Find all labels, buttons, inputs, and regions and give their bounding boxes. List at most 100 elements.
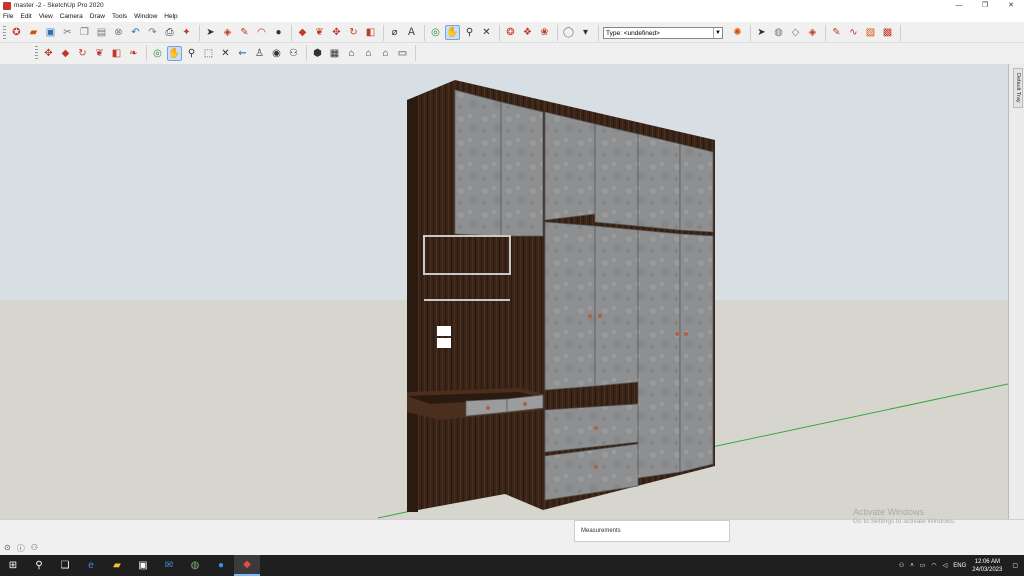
zoom-window-icon[interactable]: ⬚ bbox=[201, 46, 216, 61]
move-icon[interactable]: ✥ bbox=[329, 25, 344, 40]
drawer-knob[interactable] bbox=[486, 406, 490, 410]
warehouse-icon[interactable]: ❖ bbox=[520, 25, 535, 40]
upper-door-6[interactable] bbox=[679, 143, 714, 233]
clock[interactable]: 12:06 AM 24/03/2023 bbox=[972, 558, 1002, 574]
offset-icon[interactable]: ❧ bbox=[126, 46, 141, 61]
chevron-down-icon[interactable]: ▾ bbox=[578, 25, 593, 40]
eraser-icon[interactable]: ◈ bbox=[220, 25, 235, 40]
paint-bucket-icon[interactable]: ● bbox=[271, 25, 286, 40]
follow-me-icon[interactable]: ❦ bbox=[312, 25, 327, 40]
pan-icon[interactable]: ✋ bbox=[167, 45, 182, 61]
select-arrow-icon[interactable]: ➤ bbox=[754, 25, 769, 40]
tape-measure-icon[interactable]: ⌀ bbox=[387, 25, 402, 40]
measurements-box[interactable]: Measurements bbox=[574, 520, 730, 542]
language-indicator[interactable]: ENG bbox=[953, 563, 966, 569]
rotate-icon[interactable]: ↻ bbox=[75, 46, 90, 61]
mail-icon[interactable]: ✉ bbox=[156, 555, 182, 576]
task-view-icon[interactable]: ❏ bbox=[52, 555, 78, 576]
orbit-icon[interactable]: ◎ bbox=[428, 25, 443, 40]
tall-door-4[interactable] bbox=[679, 233, 714, 473]
notification-icon[interactable]: ▢ bbox=[1012, 562, 1018, 569]
paint-icon[interactable]: ◍ bbox=[771, 25, 786, 40]
look-around-icon[interactable]: ◉ bbox=[269, 46, 284, 61]
account-icon[interactable]: ◯ bbox=[561, 25, 576, 40]
menu-camera[interactable]: Camera bbox=[60, 13, 83, 20]
default-tray-tab[interactable]: Default Tray bbox=[1013, 68, 1023, 108]
menu-help[interactable]: Help bbox=[164, 13, 177, 20]
model-viewport[interactable] bbox=[0, 64, 1008, 519]
erase-icon[interactable]: ◇ bbox=[788, 25, 803, 40]
line-pencil-icon[interactable]: ✎ bbox=[829, 25, 844, 40]
upper-door-5[interactable] bbox=[637, 133, 681, 231]
door-knob[interactable] bbox=[684, 332, 688, 336]
top-view-icon[interactable]: ▦ bbox=[327, 46, 342, 61]
drawer-knob[interactable] bbox=[523, 402, 527, 406]
door-knob[interactable] bbox=[598, 314, 602, 318]
zoom-icon[interactable]: ⚲ bbox=[184, 46, 199, 61]
push-pull-icon[interactable]: ◆ bbox=[295, 25, 310, 40]
menu-tools[interactable]: Tools bbox=[112, 13, 127, 20]
scale-icon[interactable]: ◧ bbox=[109, 46, 124, 61]
geo-location-icon[interactable]: ⊙ bbox=[4, 543, 11, 554]
paste-icon[interactable]: ▤ bbox=[94, 25, 109, 40]
battery-icon[interactable]: ▭ bbox=[920, 562, 926, 569]
undo-icon[interactable]: ↶ bbox=[128, 25, 143, 40]
arc-icon[interactable]: ◠ bbox=[254, 25, 269, 40]
zoom-extents-icon[interactable]: ✕ bbox=[218, 46, 233, 61]
erase-selection-icon[interactable]: ⊗ bbox=[111, 25, 126, 40]
close-button[interactable]: ✕ bbox=[998, 0, 1024, 11]
edge-browser-icon[interactable]: e bbox=[78, 555, 104, 576]
drawer-knob[interactable] bbox=[594, 426, 598, 430]
zoom-icon[interactable]: ⚲ bbox=[462, 25, 477, 40]
default-tray[interactable]: Default Tray bbox=[1008, 64, 1024, 519]
menu-view[interactable]: View bbox=[39, 13, 53, 20]
print-icon[interactable]: ⎙ bbox=[162, 25, 177, 40]
rotate-icon[interactable]: ↻ bbox=[346, 25, 361, 40]
component-icon[interactable]: ❂ bbox=[503, 25, 518, 40]
push-pull-icon[interactable]: ◆ bbox=[58, 46, 73, 61]
left-view-icon[interactable]: ▭ bbox=[395, 46, 410, 61]
zoom-extents-icon[interactable]: ✕ bbox=[479, 25, 494, 40]
model-info-icon[interactable]: ✦ bbox=[179, 25, 194, 40]
iso-view-icon[interactable]: ⬢ bbox=[310, 46, 325, 61]
follow-me-icon[interactable]: ❦ bbox=[92, 46, 107, 61]
cut-icon[interactable]: ✂ bbox=[60, 25, 75, 40]
front-view-icon[interactable]: ⌂ bbox=[344, 46, 359, 61]
scale-icon[interactable]: ◧ bbox=[363, 25, 378, 40]
move-icon[interactable]: ✥ bbox=[41, 46, 56, 61]
new-model-icon[interactable]: ✪ bbox=[9, 25, 24, 40]
copy-icon[interactable]: ❐ bbox=[77, 25, 92, 40]
type-selector[interactable]: Type: <undefined> ▼ bbox=[603, 26, 723, 39]
tall-door-1[interactable] bbox=[544, 221, 596, 391]
upper-door-4[interactable] bbox=[594, 123, 639, 227]
chevron-down-icon[interactable]: ▼ bbox=[713, 27, 722, 38]
text-tool-icon[interactable]: Ａ bbox=[404, 25, 419, 40]
volume-icon[interactable]: ◁ bbox=[943, 562, 948, 569]
upper-door-2[interactable] bbox=[500, 101, 544, 237]
file-explorer-icon[interactable]: ▰ bbox=[104, 555, 130, 576]
windows-start-icon[interactable]: ⊞ bbox=[0, 555, 26, 576]
save-icon[interactable]: ▣ bbox=[43, 25, 58, 40]
minimize-button[interactable]: — bbox=[946, 0, 972, 11]
menu-draw[interactable]: Draw bbox=[90, 13, 105, 20]
model-scene[interactable] bbox=[0, 64, 1008, 519]
toolbar-grip[interactable] bbox=[3, 25, 6, 40]
eraser-icon[interactable]: ◈ bbox=[805, 25, 820, 40]
sketchup-taskbar-icon[interactable]: ◆ bbox=[234, 555, 260, 576]
drawer-knob[interactable] bbox=[594, 465, 598, 469]
maps-icon[interactable]: ◍ bbox=[182, 555, 208, 576]
back-view-icon[interactable]: ⌂ bbox=[378, 46, 393, 61]
previous-view-icon[interactable]: ⇜ bbox=[235, 46, 250, 61]
section-plane-icon[interactable]: ▩ bbox=[880, 25, 895, 40]
people-icon[interactable]: ⚇ bbox=[899, 562, 904, 569]
menu-file[interactable]: File bbox=[3, 13, 13, 20]
redo-icon[interactable]: ↷ bbox=[145, 25, 160, 40]
toolbar-grip[interactable] bbox=[35, 46, 38, 60]
chevron-up-icon[interactable]: ˄ bbox=[910, 563, 914, 569]
door-knob[interactable] bbox=[675, 332, 679, 336]
extension-icon[interactable]: ❀ bbox=[537, 25, 552, 40]
freehand-icon[interactable]: ∿ bbox=[846, 25, 861, 40]
walk-icon[interactable]: ⚇ bbox=[286, 46, 301, 61]
restore-button[interactable]: ❐ bbox=[972, 0, 998, 11]
menu-window[interactable]: Window bbox=[134, 13, 157, 20]
